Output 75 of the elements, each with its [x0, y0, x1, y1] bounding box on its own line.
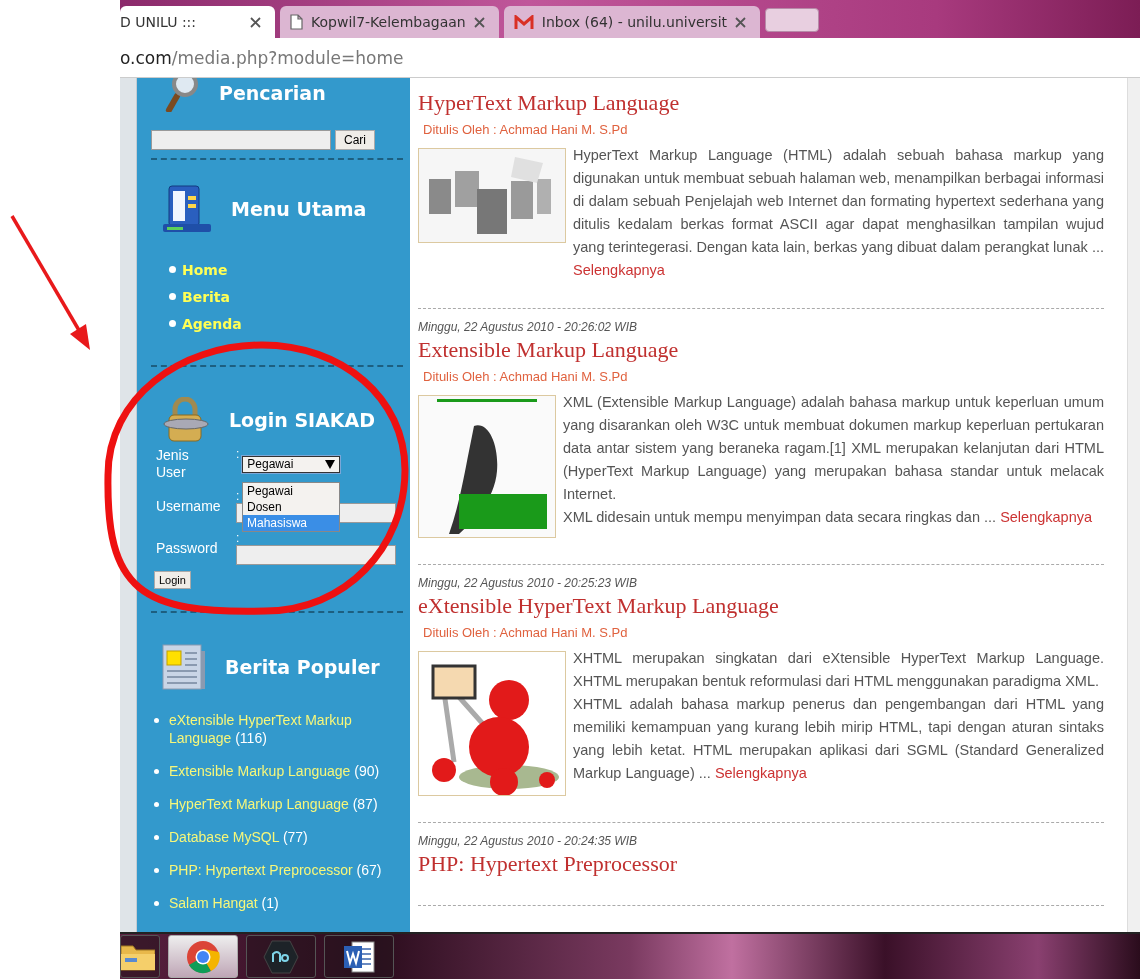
article-excerpt: HyperText Markup Language (HTML) adalah sebuah bahasa markup yang digunakan untuk membuat sebuah halaman web, menampilkan berbagai informasi di dalam sebuah Penjelajah web Internet dan formating hypertext sederhana yang ditulis kedalam berkas format ASCII agar dapat menghasilkan tampilan wujud yang terintegerasi. Dengan kata lain, berkas yang dibuat dalam perangkat lunak ... Selengkapnya [573, 146, 1104, 280]
bullet-icon [169, 266, 176, 273]
bullet-icon [154, 835, 159, 840]
read-more-link[interactable]: Selengkapnya [1000, 509, 1093, 525]
colon-text: : [236, 489, 240, 503]
menu-link[interactable]: Agenda [182, 315, 242, 332]
chrome-icon[interactable] [186, 939, 220, 974]
section-title: Menu Utama [231, 198, 367, 220]
section-title: Pencarian [219, 82, 326, 104]
dropdown-option[interactable]: Mahasiswa [243, 515, 339, 531]
read-more-link[interactable]: Selengkapnya [714, 765, 807, 781]
close-icon[interactable] [735, 16, 746, 28]
article-title[interactable]: PHP: Hypertext Preprocessor [418, 849, 1104, 879]
login-button[interactable]: Login [154, 571, 191, 589]
article-excerpt: XML didesain untuk mempu menyimpan data secara ringkas dan ... Selengkapnya [563, 508, 1094, 527]
password-field[interactable] [236, 545, 396, 565]
browser-tab[interactable]: D UNILU ::: [120, 6, 275, 38]
close-icon[interactable] [473, 16, 485, 28]
bullet-icon [154, 802, 159, 807]
colon-text: : [236, 531, 240, 545]
popular-link[interactable]: HyperText Markup Language (87) [169, 795, 378, 813]
author-line: Ditulis Oleh : Achmad Hani M. S.Pd [422, 121, 629, 139]
post-date: Minggu, 22 Agustus 2010 - 20:25:23 WIB [418, 575, 639, 591]
window-icon [161, 184, 213, 234]
bullet-icon [154, 718, 159, 723]
article-title[interactable]: eXtensible HyperText Markup Language [418, 591, 1104, 621]
popular-link[interactable]: eXtensible HyperText Markup Language (116) [169, 711, 403, 747]
mail-icon [513, 14, 534, 30]
newspaper-icon [161, 643, 207, 691]
dropdown-option[interactable]: Dosen [243, 499, 339, 515]
author-line: Ditulis Oleh : Achmad Hani M. S.Pd [422, 624, 629, 642]
menu-link[interactable]: Berita [182, 288, 230, 305]
section-title: Login SIAKAD [229, 409, 376, 431]
dropdown-option[interactable]: Pegawai [243, 483, 339, 499]
post-date: Minggu, 22 Agustus 2010 - 20:24:35 WIB [418, 833, 639, 849]
word-icon[interactable] [342, 939, 376, 974]
article-excerpt: XML (Extensible Markup Language) adalah bahasa markup untuk keperluan umum yang disarankan oleh W3C untuk membuat dokumen markup keperluan pertukaran data antar sistem yang beraneka ragam.[1] XML merupakan kelanjutan dari HTML (HyperText Markup Language) yang merupakan bahasa standar untuk melacak Internet. [563, 393, 1104, 504]
bullet-icon [169, 320, 176, 327]
page-icon [290, 14, 303, 30]
article-excerpt: XHTML adalah bahasa markup penerus dan pengembangan dari HTML yang memiliki kemampuan yang kurang lebih mirip HTML, tapi dengan aturan sintaks yang lebih ketat. HTML merupakan aplikasi dari SGML (Standard Generalized Markup Language) ... Selengkapnya [573, 695, 1104, 783]
section-title: Berita Populer [225, 656, 380, 678]
read-more-link[interactable]: Selengkapnya [573, 262, 665, 278]
browser-tab[interactable]: Kopwil7-Kelembagaan [280, 6, 499, 38]
search-button[interactable]: Cari [335, 130, 375, 150]
bullet-icon [154, 868, 159, 873]
close-icon[interactable] [250, 16, 261, 28]
user-type-dropdown[interactable]: Pegawai [242, 455, 341, 473]
tab-title: D UNILU ::: [120, 14, 198, 30]
field-label: Password [156, 539, 216, 557]
browser-tab[interactable]: Inbox (64) - unilu.universit [503, 6, 760, 38]
address-field[interactable]: o.com/media.php?module=home [120, 47, 404, 68]
dropdown-arrow-icon [325, 459, 336, 469]
article-title[interactable]: HyperText Markup Language [418, 88, 1104, 118]
bullet-icon [154, 901, 159, 906]
popular-link[interactable]: PHP: Hypertext Preprocessor (67) [169, 861, 382, 879]
post-date: Minggu, 22 Agustus 2010 - 20:26:02 WIB [418, 319, 639, 335]
nox-icon[interactable] [263, 939, 299, 974]
popular-link[interactable]: Extensible Markup Language (90) [169, 762, 380, 780]
bullet-icon [169, 293, 176, 300]
taskbar-button[interactable] [324, 935, 394, 978]
tab-title: Kopwil7-Kelembagaan [311, 14, 466, 30]
menu-link[interactable]: Home [182, 261, 228, 278]
taskbar-button[interactable] [246, 935, 316, 978]
colon-text: : [236, 447, 240, 461]
tab-title: Inbox (64) - unilu.universit [541, 14, 727, 30]
popular-link[interactable]: Salam Hangat (1) [169, 894, 279, 912]
padlock-icon [161, 397, 211, 443]
taskbar-button[interactable] [120, 935, 160, 978]
article-title[interactable]: Extensible Markup Language [418, 335, 1104, 365]
search-field[interactable] [151, 130, 331, 150]
author-line: Ditulis Oleh : Achmad Hani M. S.Pd [422, 368, 629, 386]
bullet-icon [154, 769, 159, 774]
article-excerpt: XHTML merupakan singkatan dari eXtensible HyperText Markup Language. XHTML merupakan bentuk reformulasi dari HTML menggunakan paradigma XML. [573, 649, 1104, 691]
popular-link[interactable]: Database MySQL (77) [169, 828, 308, 846]
field-label: Jenis User [156, 447, 190, 481]
